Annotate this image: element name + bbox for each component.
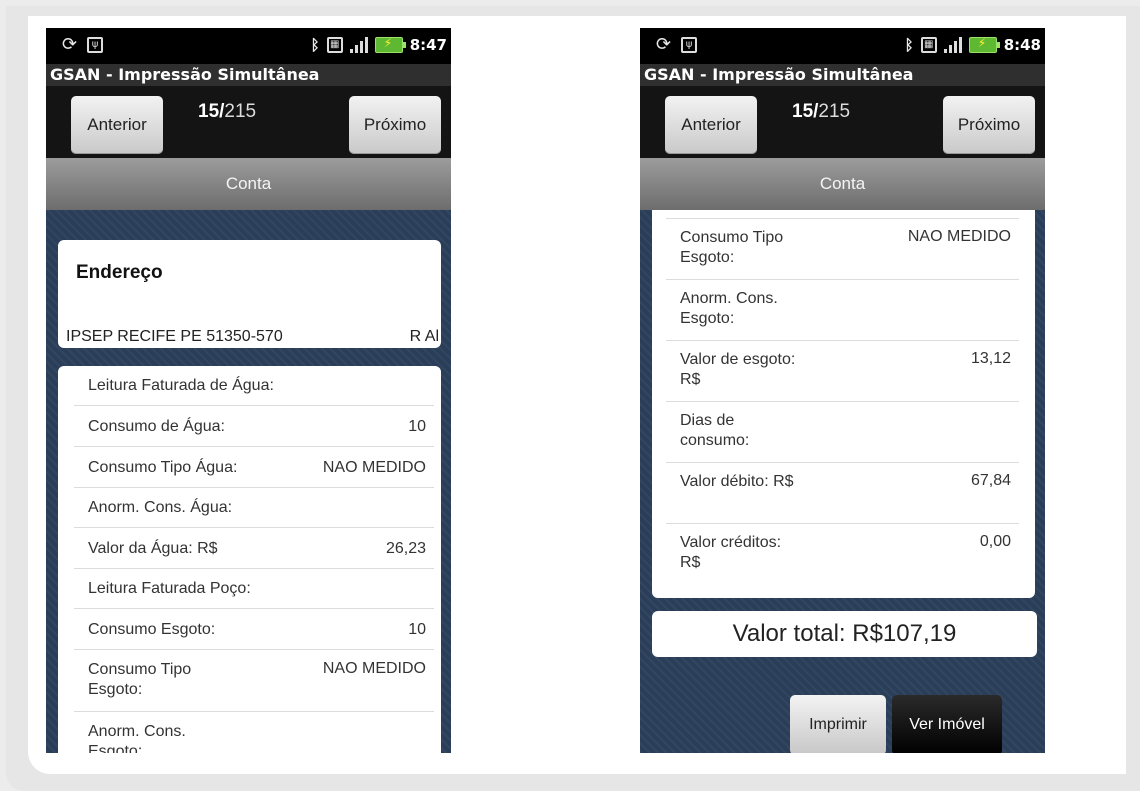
battery-charging-icon: ⚡	[968, 36, 1000, 53]
list-item: Anorm. Cons. Água:	[74, 488, 434, 528]
bill-details-card: Leitura Faturada de Água: Consumo de Águ…	[58, 366, 441, 753]
list-item: Dias de consumo:	[666, 402, 1019, 463]
signal-icon	[349, 37, 368, 53]
address-heading: Endereço	[76, 262, 163, 283]
bluetooth-icon: ᛒ	[310, 36, 320, 54]
page-current: 15/	[198, 101, 225, 122]
sd-card-icon: ▦	[920, 37, 937, 53]
list-item: Valor créditos: R$ 0,00	[680, 533, 1011, 571]
status-bar: ⟳ ψ ᛒ ▦ ⚡ 8:48	[640, 28, 1045, 64]
address-card: Endereço IPSEP RECIFE PE 51350-570 R Al	[58, 240, 441, 348]
nav-bar: Anterior 15/215 Próximo	[640, 86, 1045, 158]
page-total: 215	[818, 101, 851, 122]
list-item: Leitura Faturada Poço:	[74, 569, 434, 609]
address-line: IPSEP RECIFE PE 51350-570	[66, 328, 283, 345]
list-item: Consumo de Água: 10	[74, 406, 434, 447]
sync-icon: ⟳	[62, 34, 78, 55]
previous-button[interactable]: Anterior	[665, 96, 757, 154]
phone-screen-left: ⟳ ψ ᛒ ▦ ⚡ 8:47 GSAN - Impressão Simultân…	[46, 28, 451, 753]
list-item: Consumo Tipo Esgoto: NAO MEDIDO	[666, 219, 1019, 280]
list-item: Leitura Faturada de Água:	[74, 366, 434, 406]
page-counter: 15/215	[792, 101, 850, 123]
next-button[interactable]: Próximo	[943, 96, 1035, 154]
usb-icon: ψ	[681, 37, 698, 53]
address-trail: R Al	[409, 328, 439, 345]
list-item: Valor débito: R$ 67,84	[666, 463, 1019, 524]
phone-screen-right: ⟳ ψ ᛒ ▦ ⚡ 8:48 GSAN - Impressão Simultân…	[640, 28, 1045, 753]
bill-details-card: Consumo Tipo Esgoto: NAO MEDIDO Anorm. Co…	[652, 210, 1035, 598]
total-amount: Valor total: R$107,19	[652, 611, 1037, 657]
list-item: Consumo Tipo Esgoto: NAO MEDIDO	[74, 650, 434, 712]
print-button[interactable]: Imprimir	[790, 695, 886, 753]
page-counter: 15/215	[198, 101, 256, 123]
nav-bar: Anterior 15/215 Próximo	[46, 86, 451, 158]
app-title: GSAN - Impressão Simultânea	[640, 64, 1045, 86]
status-bar: ⟳ ψ ᛒ ▦ ⚡ 8:47	[46, 28, 451, 64]
app-title: GSAN - Impressão Simultânea	[46, 64, 451, 86]
sync-icon: ⟳	[656, 34, 672, 55]
page-total: 215	[224, 101, 257, 122]
list-item: Valor da Água: R$ 26,23	[74, 528, 434, 569]
bill-rows: Consumo Tipo Esgoto: NAO MEDIDO Anorm. Co…	[666, 218, 1019, 585]
list-item: Valor de esgoto: R$ 13,12	[666, 341, 1019, 402]
list-item: Anorm. Cons. Esgoto:	[88, 723, 186, 753]
section-header: Conta	[640, 158, 1045, 210]
view-property-button[interactable]: Ver Imóvel	[892, 695, 1002, 753]
list-item: Consumo Esgoto: 10	[74, 609, 434, 650]
list-item: Anorm. Cons. Esgoto:	[666, 280, 1019, 341]
sd-card-icon: ▦	[326, 37, 343, 53]
clock: 8:48	[1003, 36, 1041, 54]
bluetooth-icon: ᛒ	[904, 36, 914, 54]
previous-button[interactable]: Anterior	[71, 96, 163, 154]
section-header: Conta	[46, 158, 451, 210]
next-button[interactable]: Próximo	[349, 96, 441, 154]
signal-icon	[943, 37, 962, 53]
clock: 8:47	[409, 36, 447, 54]
usb-icon: ψ	[87, 37, 104, 53]
page-current: 15/	[792, 101, 819, 122]
battery-charging-icon: ⚡	[374, 36, 406, 53]
list-item: Consumo Tipo Água: NAO MEDIDO	[74, 447, 434, 488]
bill-rows: Leitura Faturada de Água: Consumo de Águ…	[74, 366, 434, 753]
